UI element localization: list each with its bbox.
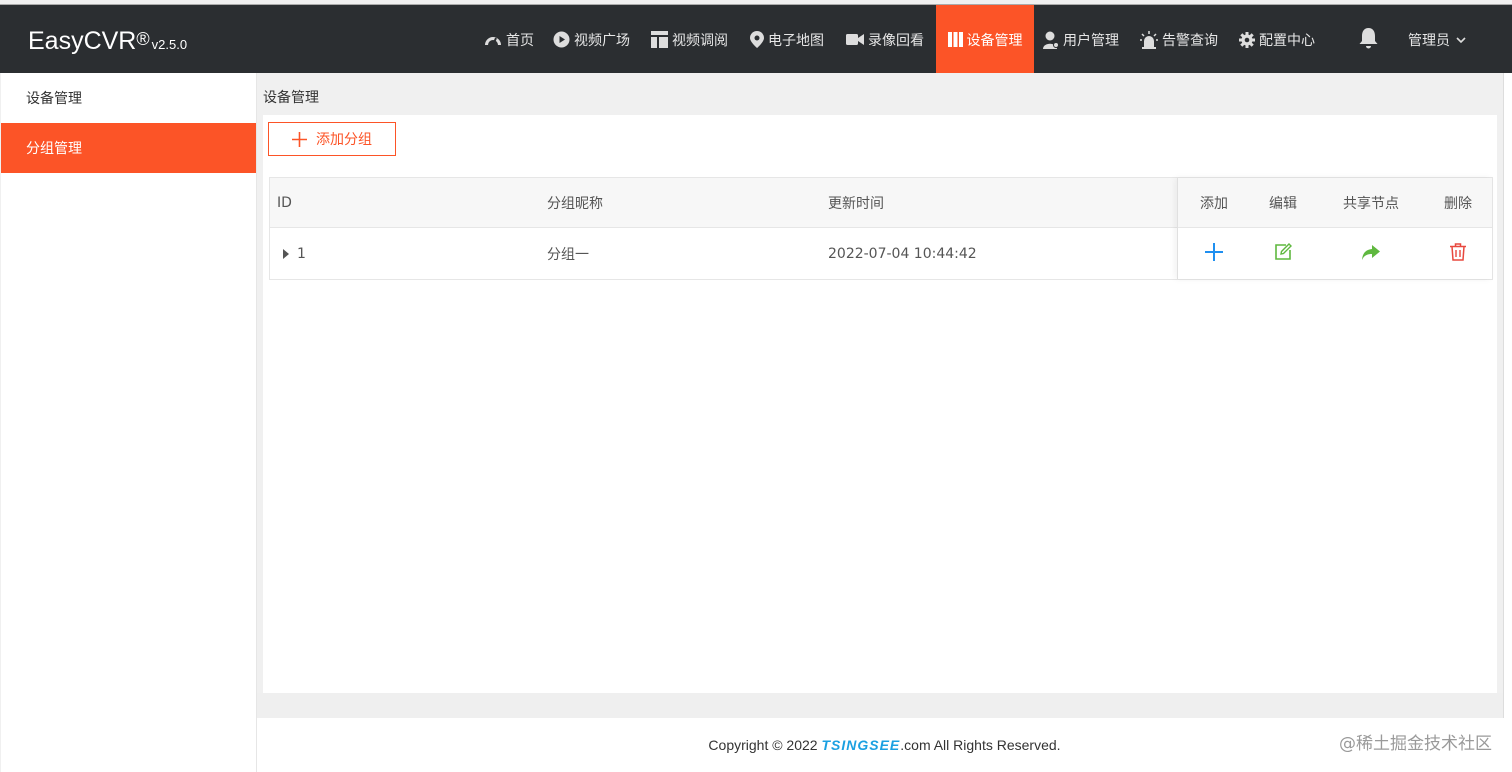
- copyright-text: Copyright © 2022 TSINGSEE.com All Rights…: [708, 737, 1061, 753]
- nav-label: 视频广场: [574, 32, 630, 49]
- nav-label: 录像回看: [868, 32, 924, 49]
- col-header-id[interactable]: ID: [277, 178, 292, 228]
- row-updated-time: 2022-07-04 10:44:42: [828, 246, 977, 262]
- nav-item-alarm-query[interactable]: 告警查询: [1140, 5, 1218, 74]
- nav-label: 配置中心: [1259, 32, 1315, 49]
- notification-bell-icon[interactable]: [1358, 27, 1379, 53]
- add-group-button[interactable]: 添加分组: [268, 122, 396, 156]
- brand-link[interactable]: TSINGSEE: [821, 737, 900, 753]
- nav-item-video-view[interactable]: 视频调阅: [651, 5, 728, 74]
- content-bottom-strip: [257, 693, 1503, 718]
- row-group-name: 分组一: [547, 247, 589, 263]
- nav-item-map[interactable]: 电子地图: [750, 5, 824, 74]
- nav-item-video-square[interactable]: 视频广场: [553, 5, 630, 74]
- sidebar-item-device-management[interactable]: 设备管理: [1, 73, 256, 123]
- sidebar-item-label: 设备管理: [26, 91, 82, 107]
- chevron-down-icon: [1456, 32, 1466, 48]
- fixed-actions-column: [1177, 178, 1492, 279]
- breadcrumb: 设备管理: [263, 90, 319, 106]
- col-header-updated[interactable]: 更新时间: [828, 178, 884, 228]
- caret-right-icon[interactable]: [283, 249, 289, 259]
- dashboard-icon: [484, 33, 502, 47]
- nav-item-device-management[interactable]: 设备管理: [936, 5, 1034, 74]
- row-id-cell: 1: [283, 229, 306, 279]
- play-circle-icon: [553, 31, 570, 48]
- user-name: 管理员: [1408, 32, 1450, 49]
- layout-icon: [651, 31, 668, 48]
- sidebar-item-group-management[interactable]: 分组管理: [1, 123, 256, 173]
- map-pin-icon: [750, 31, 764, 48]
- nav-label: 告警查询: [1162, 32, 1218, 49]
- user-menu[interactable]: 管理员: [1408, 5, 1466, 74]
- col-header-name[interactable]: 分组昵称: [547, 178, 603, 228]
- content-panel: 添加分组 ID 分组昵称 更新时间 添加 编辑 共享节点 删除 1 分组一 20…: [263, 115, 1497, 693]
- group-table: ID 分组昵称 更新时间 添加 编辑 共享节点 删除 1 分组一 2022-07…: [269, 177, 1493, 280]
- nav-item-playback[interactable]: 录像回看: [846, 5, 924, 74]
- nav-item-home[interactable]: 首页: [484, 5, 534, 74]
- nav-label: 设备管理: [966, 32, 1023, 49]
- footer: Copyright © 2022 TSINGSEE.com All Rights…: [257, 718, 1512, 772]
- row-id: 1: [297, 246, 306, 262]
- vertical-scrollbar[interactable]: [1503, 73, 1512, 718]
- nav-label: 电子地图: [768, 32, 824, 49]
- nav-item-user-management[interactable]: 用户管理: [1043, 5, 1119, 74]
- top-navbar: EasyCVR® v2.5.0 首页 视频广场 视频调阅 电子地图 录像回看 设备…: [0, 4, 1512, 74]
- add-group-label: 添加分组: [316, 132, 372, 148]
- sidebar: 设备管理 分组管理: [1, 73, 257, 772]
- sidebar-item-label: 分组管理: [26, 141, 82, 157]
- device-icon: [947, 32, 963, 47]
- plus-icon: [292, 131, 307, 147]
- user-icon: [1043, 31, 1059, 49]
- nav-item-config-center[interactable]: 配置中心: [1239, 5, 1315, 74]
- watermark: @稀土掘金技术社区: [1339, 734, 1492, 754]
- nav-label: 用户管理: [1063, 32, 1119, 49]
- alarm-icon: [1140, 30, 1158, 49]
- nav-label: 视频调阅: [672, 32, 728, 49]
- main-area: 设备管理 添加分组 ID 分组昵称 更新时间 添加 编辑 共享节点 删除 1 分…: [257, 73, 1503, 718]
- video-camera-icon: [846, 33, 864, 46]
- app-logo[interactable]: EasyCVR® v2.5.0: [28, 27, 187, 56]
- nav-label: 首页: [506, 32, 534, 49]
- gear-icon: [1239, 31, 1255, 48]
